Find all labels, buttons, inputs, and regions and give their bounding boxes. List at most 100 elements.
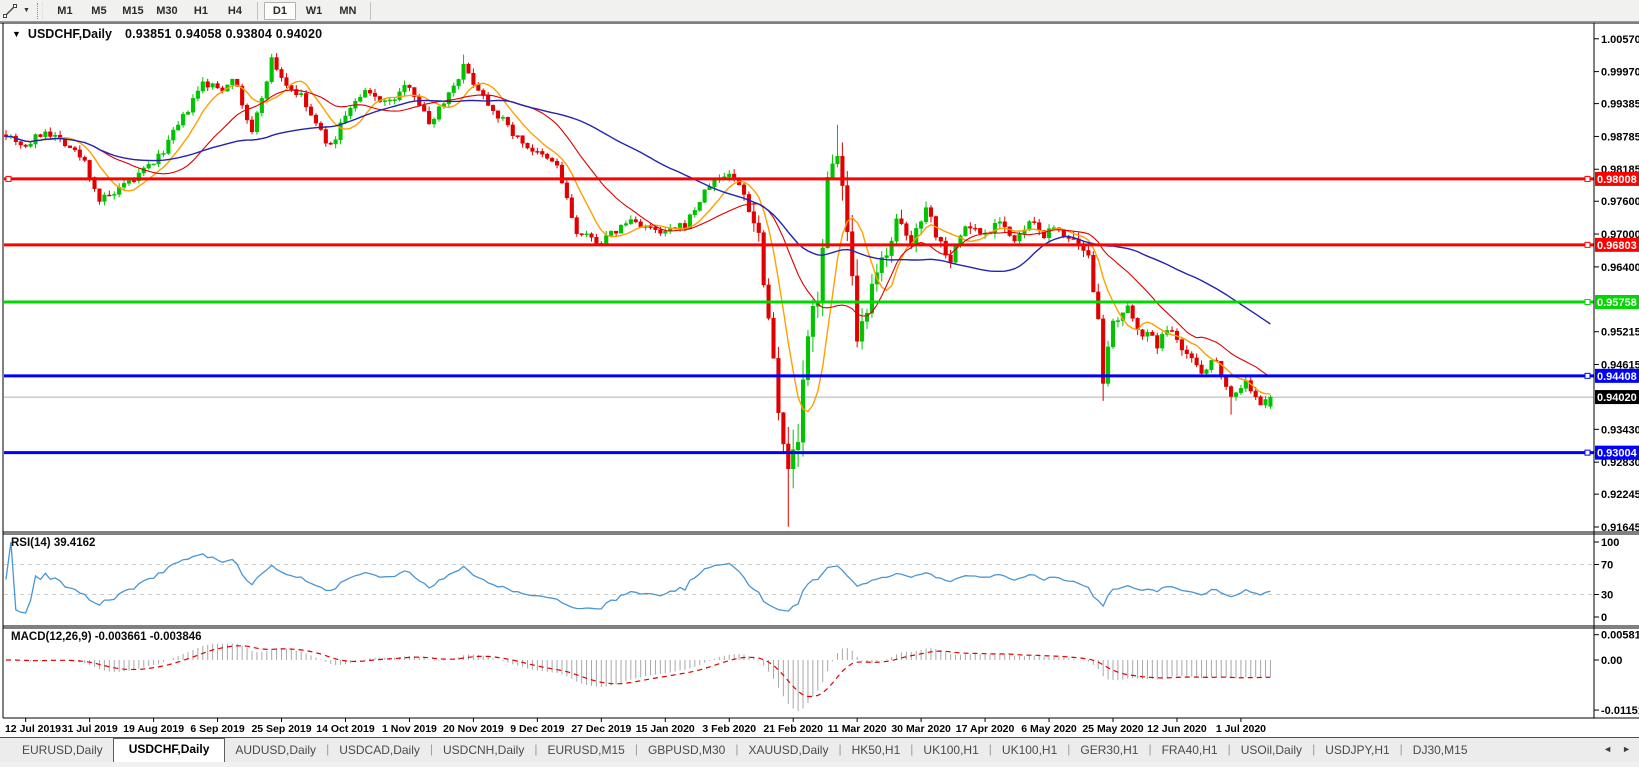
svg-text:30: 30 [1601,590,1613,602]
timeframe-button-m30[interactable]: M30 [151,2,183,20]
line-handle[interactable] [1584,299,1591,305]
top-toolbar: ▼ M1 M5 M15 M30 H1 H4 D1 W1 MN [0,0,1639,22]
chart-tab-bar: EURUSD,Daily USDCHF,Daily AUDUSD,Daily | USD… [0,737,1639,763]
chart-frame [0,22,1639,722]
svg-text:0.99970: 0.99970 [1601,67,1639,79]
tab-xauusd-daily[interactable]: XAUUSD,Daily [738,740,838,762]
rsi-line [5,541,1271,614]
timeframe-button-d1[interactable]: D1 [263,1,296,20]
tab-uk100-h1[interactable]: UK100,H1 [992,740,1067,762]
svg-text:0.96803: 0.96803 [1597,240,1637,252]
line-handle[interactable] [1584,372,1591,379]
chart-cursor-icon[interactable] [2,3,22,19]
svg-text:12 Jul 2019: 12 Jul 2019 [5,723,61,735]
moving-average-slow [5,99,1271,325]
svg-text:1 Nov 2019: 1 Nov 2019 [382,723,437,735]
toolbar-grip [36,2,43,19]
tab-usdcad-daily[interactable]: USDCAD,Daily [329,740,430,762]
macd-pane[interactable] [6,643,1271,712]
tab-uk100-h1[interactable]: UK100,H1 [913,740,988,762]
svg-text:-0.011514: -0.011514 [1601,705,1639,717]
chart-ohlc-values: 0.93851 0.94058 0.93804 0.94020 [124,27,323,41]
svg-text:0.97600: 0.97600 [1601,196,1639,208]
tab-audusd-daily[interactable]: AUDUSD,Daily [225,740,326,762]
line-handle[interactable] [5,175,12,182]
chart-canvas[interactable]: 1.005700.999700.993850.987850.981850.976… [0,0,1639,767]
svg-text:0.00: 0.00 [1601,655,1622,667]
timeframe-button-m15[interactable]: M15 [117,2,149,20]
timeframe-button-h1[interactable]: H1 [185,2,217,20]
date-axis: 12 Jul 2019 31 Jul 2019 19 Aug 2019 6 Sep 2… [5,723,1266,735]
tab-usdcnh-daily[interactable]: USDCNH,Daily [433,740,534,762]
tab-scroll-right-icon[interactable]: ► [1622,744,1631,754]
svg-text:70: 70 [1601,560,1613,572]
moving-average-medium [5,89,1271,378]
svg-text:21 Feb 2020: 21 Feb 2020 [763,723,823,735]
bottom-status-strip [0,762,1639,767]
main-price-pane[interactable] [4,53,1594,527]
svg-text:3 Feb 2020: 3 Feb 2020 [702,723,756,735]
tab-gbpusd-m30[interactable]: GBPUSD,M30 [638,740,735,762]
svg-text:12 Jun 2020: 12 Jun 2020 [1147,723,1207,735]
timeframe-button-mn[interactable]: MN [332,2,364,20]
collapse-triangle-icon[interactable]: ▼ [12,29,21,39]
chart-symbol-label: USDCHF,Daily [27,27,112,41]
line-handle[interactable] [1584,241,1591,248]
timeframe-button-group: M1 M5 M15 M30 H1 H4 D1 W1 MN [48,1,376,20]
svg-text:0.93004: 0.93004 [1597,448,1638,460]
svg-text:0.95215: 0.95215 [1601,327,1639,339]
macd-indicator-label: MACD(12,26,9) -0.003661 -0.003846 [11,631,202,643]
tab-eurusd-daily[interactable]: EURUSD,Daily [12,740,113,762]
timeframe-button-m1[interactable]: M1 [49,2,81,20]
toolbar-separator [256,1,258,20]
rsi-pane[interactable] [4,541,1594,614]
svg-text:0: 0 [1601,612,1607,624]
tab-fra40-h1[interactable]: FRA40,H1 [1152,740,1228,762]
svg-text:100: 100 [1601,537,1619,549]
svg-text:0.93430: 0.93430 [1601,424,1639,436]
svg-text:15 Jan 2020: 15 Jan 2020 [636,723,695,735]
svg-text:6 Sep 2019: 6 Sep 2019 [190,723,244,735]
svg-text:17 Apr 2020: 17 Apr 2020 [956,723,1015,735]
svg-text:0.94408: 0.94408 [1597,371,1637,383]
line-handle[interactable] [1584,449,1591,456]
timeframe-button-m5[interactable]: M5 [83,2,115,20]
svg-text:6 May 2020: 6 May 2020 [1021,723,1077,735]
svg-text:9 Dec 2019: 9 Dec 2019 [510,723,564,735]
svg-text:30 Mar 2020: 30 Mar 2020 [891,723,951,735]
svg-text:31 Jul 2019: 31 Jul 2019 [62,723,118,735]
svg-text:0.99385: 0.99385 [1601,99,1639,111]
tab-eurusd-m15[interactable]: EURUSD,M15 [537,740,634,762]
svg-text:25 May 2020: 25 May 2020 [1082,723,1143,735]
chevron-down-icon[interactable]: ▼ [23,7,30,14]
tab-ger30-h1[interactable]: GER30,H1 [1070,740,1148,762]
moving-average-fast [5,80,1271,413]
tab-usdjpy-h1[interactable]: USDJPY,H1 [1315,740,1399,762]
tab-usoil-daily[interactable]: USOil,Daily [1231,740,1312,762]
svg-text:27 Dec 2019: 27 Dec 2019 [571,723,631,735]
svg-text:14 Oct 2019: 14 Oct 2019 [316,723,375,735]
svg-text:0.98785: 0.98785 [1601,131,1639,143]
macd-histogram [10,643,1271,712]
tab-scroll-arrows: ◄ ► [1603,744,1631,762]
svg-text:1.00570: 1.00570 [1601,34,1639,46]
tab-dj30-m15[interactable]: DJ30,M15 [1403,740,1478,762]
line-handle[interactable] [1584,175,1591,182]
svg-text:0.95758: 0.95758 [1597,297,1637,309]
svg-text:11 Mar 2020: 11 Mar 2020 [828,723,887,735]
tab-usdchf-daily[interactable]: USDCHF,Daily [112,738,226,763]
svg-text:1 Jul 2020: 1 Jul 2020 [1216,723,1266,735]
svg-text:0.005818: 0.005818 [1601,630,1639,642]
timeframe-button-h4[interactable]: H4 [219,2,251,20]
svg-text:19 Aug 2019: 19 Aug 2019 [123,723,184,735]
timeframe-button-w1[interactable]: W1 [298,2,330,20]
candlestick-series [4,53,1273,527]
tab-scroll-left-icon[interactable]: ◄ [1603,744,1612,754]
toolbar-separator [369,1,371,20]
svg-text:0.96400: 0.96400 [1601,262,1639,274]
tab-hk50-h1[interactable]: HK50,H1 [842,740,911,762]
rsi-indicator-label: RSI(14) 39.4162 [11,537,96,549]
svg-text:0.91645: 0.91645 [1601,522,1639,534]
chart-title: ▼ USDCHF,Daily 0.93851 0.94058 0.93804 0… [12,27,322,41]
price-axis: 1.005700.999700.993850.987850.981850.976… [1595,34,1639,717]
